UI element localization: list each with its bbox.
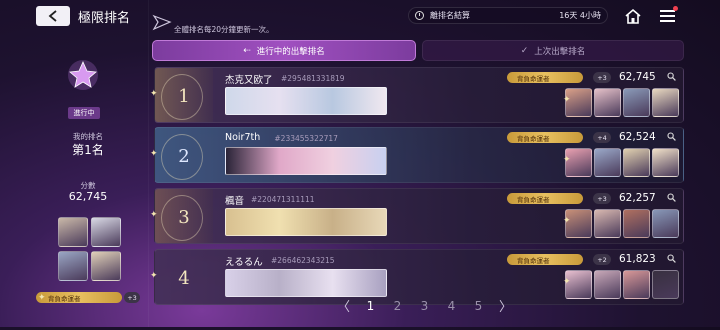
tab-last-ranking[interactable]: ✓ 上次出擊排名 [422, 40, 684, 61]
my-team [58, 217, 122, 281]
character-portrait[interactable] [594, 209, 621, 238]
character-portrait[interactable] [623, 209, 650, 238]
team-character-portrait[interactable] [58, 217, 88, 247]
magnifier-icon[interactable] [667, 132, 676, 141]
magnifier-icon[interactable] [667, 72, 676, 81]
player-id: #233455322717 [274, 134, 338, 143]
tab-last-label: 上次出擊排名 [534, 46, 586, 57]
rank-number: 4 [178, 267, 190, 289]
character-portrait[interactable] [652, 88, 679, 117]
mission-badge: 背負命運者 [507, 254, 583, 265]
magnifier-icon[interactable] [667, 254, 676, 263]
team-characters [565, 88, 679, 117]
team-character-portrait[interactable] [91, 250, 121, 281]
player-score: 62,745 [619, 71, 656, 83]
page-3-button[interactable]: 3 [411, 299, 438, 313]
settlement-time: 16天 4小時 [559, 11, 601, 20]
team-character-portrait[interactable] [58, 250, 88, 281]
back-arrow-icon [48, 10, 57, 22]
player-banner [225, 208, 387, 236]
player-banner [225, 147, 387, 175]
notification-dot [673, 6, 678, 11]
ranking-row[interactable]: 1 杰克又欧了 #295481331819 背負命運者 +3 62,745 [154, 67, 684, 123]
page-title: 極限排名 [78, 11, 131, 26]
extra-count-badge: +3 [593, 72, 611, 83]
character-portrait[interactable] [594, 148, 621, 177]
update-notice: 全體排名每20分鐘更新一次。 [174, 25, 274, 34]
check-icon: ✓ [520, 45, 529, 56]
sparkle-icon: ✦ [38, 293, 46, 303]
sparkle-icon: ✦ [150, 149, 158, 159]
extra-count-badge: +3 [593, 193, 611, 204]
team-characters [565, 270, 679, 299]
player-score: 61,823 [619, 253, 656, 265]
extra-count-badge: +2 [593, 254, 611, 265]
clock-icon [415, 11, 424, 20]
team-character-portrait[interactable] [91, 217, 121, 247]
player-id: #266462343215 [271, 256, 335, 265]
player-name: 楓音 [225, 196, 245, 207]
page-5-button[interactable]: 5 [465, 299, 492, 313]
character-portrait[interactable] [652, 148, 679, 177]
player-name: 杰克又欧了 [225, 75, 273, 86]
player-score: 62,257 [619, 192, 656, 204]
plane-small-icon: ⇠ [243, 45, 251, 56]
character-portrait[interactable] [594, 270, 621, 299]
sparkle-icon: ✦ [150, 210, 158, 220]
next-page-button[interactable]: 〉 [492, 296, 519, 315]
player-name: えるるん [225, 257, 263, 268]
rank-number: 3 [155, 189, 213, 243]
player-banner [225, 269, 387, 297]
rank-number: 1 [155, 68, 213, 122]
settlement-timer: 離排名結算 16天 4小時 [408, 7, 608, 24]
pagination: 〈 1 2 3 4 5 〉 [330, 296, 519, 316]
page-2-button[interactable]: 2 [384, 299, 411, 313]
character-portrait[interactable] [623, 88, 650, 117]
settlement-label: 離排名結算 [430, 11, 470, 20]
character-portrait[interactable] [652, 270, 679, 299]
paper-plane-icon [152, 14, 172, 31]
mission-badge: 背負命運者 [36, 292, 122, 303]
sparkle-icon: ✦ [150, 89, 158, 99]
sparkle-icon: ✦ [563, 277, 571, 287]
player-score: 62,524 [619, 131, 656, 143]
rank-emblem-icon [66, 58, 100, 92]
player-banner [225, 87, 387, 115]
mission-badge: 背負命運者 [507, 72, 583, 83]
sparkle-icon: ✦ [563, 155, 571, 165]
magnifier-icon[interactable] [667, 193, 676, 202]
character-portrait[interactable] [623, 270, 650, 299]
mission-badge: 背負命運者 [507, 193, 583, 204]
prev-page-button[interactable]: 〈 [330, 296, 357, 315]
top-bar: 極限排名 全體排名每20分鐘更新一次。 離排名結算 16天 4小時 [0, 0, 720, 34]
extra-count-badge: +4 [593, 132, 611, 143]
character-portrait[interactable] [623, 148, 650, 177]
extra-count-badge: +3 [124, 292, 140, 303]
status-badge: 進行中 [68, 107, 100, 119]
sparkle-icon: ✦ [150, 271, 158, 281]
page-4-button[interactable]: 4 [438, 299, 465, 313]
tab-current-ranking[interactable]: ⇠ 進行中的出擊排名 [152, 40, 416, 61]
sparkle-icon: ✦ [563, 95, 571, 105]
character-portrait[interactable] [594, 88, 621, 117]
ranking-row[interactable]: 3 楓音 #220471311111 背負命運者 +3 62,257 [154, 188, 684, 244]
rank-number: 2 [155, 128, 213, 182]
character-portrait[interactable] [652, 209, 679, 238]
back-button[interactable] [36, 6, 70, 26]
my-rank-panel: 進行中 我的排名 第1名 分數 62,745 背負命運者 +3 [0, 40, 140, 330]
menu-icon[interactable] [660, 10, 675, 23]
team-characters [565, 209, 679, 238]
player-id: #295481331819 [281, 74, 345, 83]
sidebar-divider [148, 0, 149, 327]
home-icon[interactable] [624, 8, 642, 25]
team-characters [565, 148, 679, 177]
mission-badge: 背負命運者 [507, 132, 583, 143]
sparkle-icon: ✦ [563, 216, 571, 226]
player-id: #220471311111 [251, 195, 315, 204]
player-name: Noir7th [225, 132, 261, 143]
ranking-row[interactable]: 2 Noir7th #233455322717 背負命運者 +4 62,524 [154, 127, 684, 183]
my-score-value: 62,745 [68, 190, 108, 203]
tab-current-label: 進行中的出擊排名 [256, 46, 325, 57]
page-1-button[interactable]: 1 [357, 299, 384, 313]
